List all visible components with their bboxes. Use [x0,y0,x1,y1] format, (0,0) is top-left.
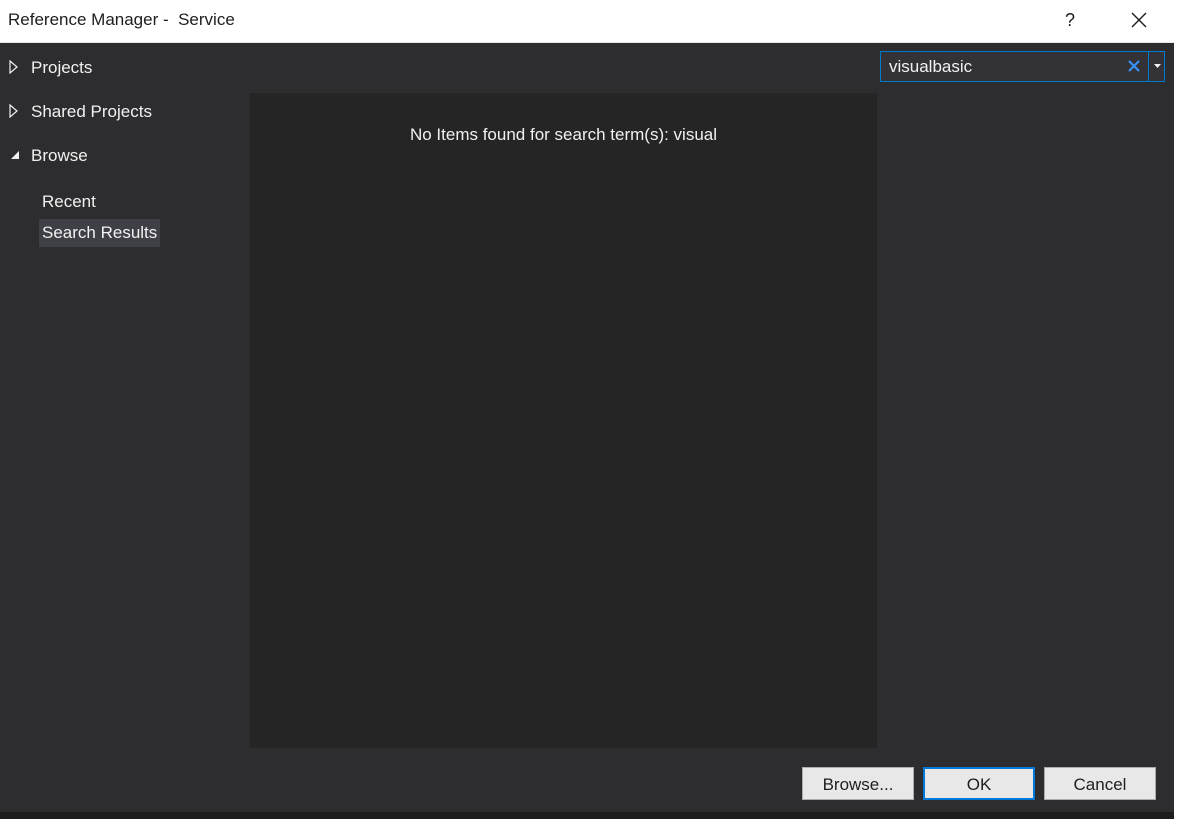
help-button[interactable]: ? [1056,6,1084,34]
sidebar-item-label: Browse [31,146,88,165]
clear-x-icon [1128,60,1140,72]
search-options-dropdown[interactable] [1148,52,1166,81]
ok-button[interactable]: OK [923,767,1035,800]
sidebar-item-search-results[interactable]: Search Results [39,219,161,247]
reference-manager-dialog: Reference Manager - Service ? Projects S… [0,0,1174,819]
triangle-right-icon [9,60,18,74]
browse-button[interactable]: Browse... [802,767,914,800]
clear-search-button[interactable] [1127,59,1141,73]
empty-results-message: No Items found for search term(s): visua… [409,125,718,144]
sidebar-item-label: Shared Projects [31,102,152,121]
triangle-down-icon [11,151,19,159]
search-box [880,51,1165,82]
search-input[interactable] [881,52,1125,81]
title-bar: Reference Manager - Service ? [0,0,1174,43]
close-icon [1131,12,1147,28]
sidebar-item-projects[interactable]: Projects [0,54,240,82]
triangle-right-icon [9,104,18,118]
sidebar-item-browse[interactable]: Browse [0,142,240,170]
sidebar-item-shared-projects[interactable]: Shared Projects [0,98,240,126]
sidebar-item-label: Projects [31,58,93,77]
sidebar-item-recent[interactable]: Recent [39,188,99,216]
results-panel: No Items found for search term(s): visua… [250,93,877,748]
window-title: Reference Manager - Service [8,10,235,29]
footer-divider [0,812,1174,819]
background-strip [1174,0,1200,819]
cancel-button[interactable]: Cancel [1044,767,1156,800]
chevron-down-icon [1154,64,1161,68]
close-button[interactable] [1124,6,1154,36]
